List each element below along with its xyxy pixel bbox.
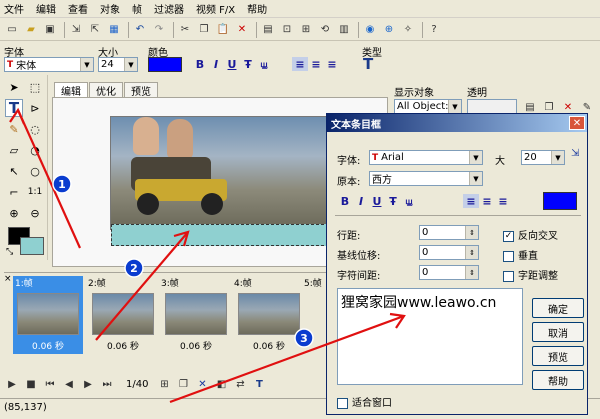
callout-2: 2: [130, 262, 138, 275]
callout-3: 3: [300, 332, 308, 345]
arrow-1-head: [9, 107, 26, 125]
arrow-1: [16, 109, 82, 249]
annotation-overlay: 1 2 3: [9, 107, 406, 404]
arrow-2: [95, 231, 189, 341]
arrow-3: [169, 314, 405, 404]
callout-1: 1: [58, 178, 66, 191]
